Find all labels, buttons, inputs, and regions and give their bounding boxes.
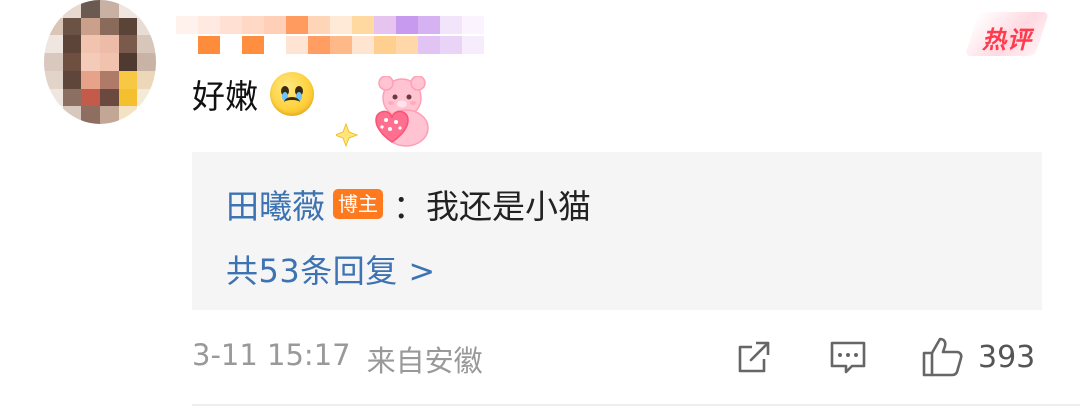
username-blurred[interactable] [176, 16, 506, 56]
view-all-replies-link[interactable]: 共53条回复 > [226, 246, 436, 292]
share-button[interactable] [734, 332, 774, 382]
comment-text: 好嫩 [192, 77, 258, 116]
top-reply[interactable]: 田曦薇 博主 ： 我还是小猫 [226, 180, 591, 228]
pink-bear-heart-sticker [333, 75, 446, 156]
reply-preview-box[interactable]: 田曦薇 博主 ： 我还是小猫 共53条回复 > [192, 152, 1042, 310]
like-count: 393 [978, 339, 1036, 375]
comment-icon [830, 341, 866, 374]
comment-time: 3-11 15:17 [192, 338, 351, 372]
comment-meta: 3-11 15:17 来自安徽 [192, 338, 483, 380]
divider [192, 404, 1080, 406]
crying-face-icon [270, 72, 314, 116]
reply-button[interactable] [828, 332, 868, 382]
like-button[interactable]: 393 [920, 332, 1035, 382]
comment-actions: 393 [730, 332, 1050, 382]
reply-text: 我还是小猫 [426, 187, 591, 226]
hot-comment-tag: 热评 [964, 12, 1050, 56]
comment-body: 好嫩 [192, 70, 314, 118]
thumbs-up-icon [922, 337, 963, 377]
share-icon [738, 341, 770, 373]
avatar[interactable] [44, 0, 156, 124]
author-badge: 博主 [333, 189, 383, 219]
comment-location: 来自安徽 [366, 344, 483, 378]
reply-separator: ： [393, 187, 426, 226]
reply-author-link[interactable]: 田曦薇 [226, 180, 325, 228]
